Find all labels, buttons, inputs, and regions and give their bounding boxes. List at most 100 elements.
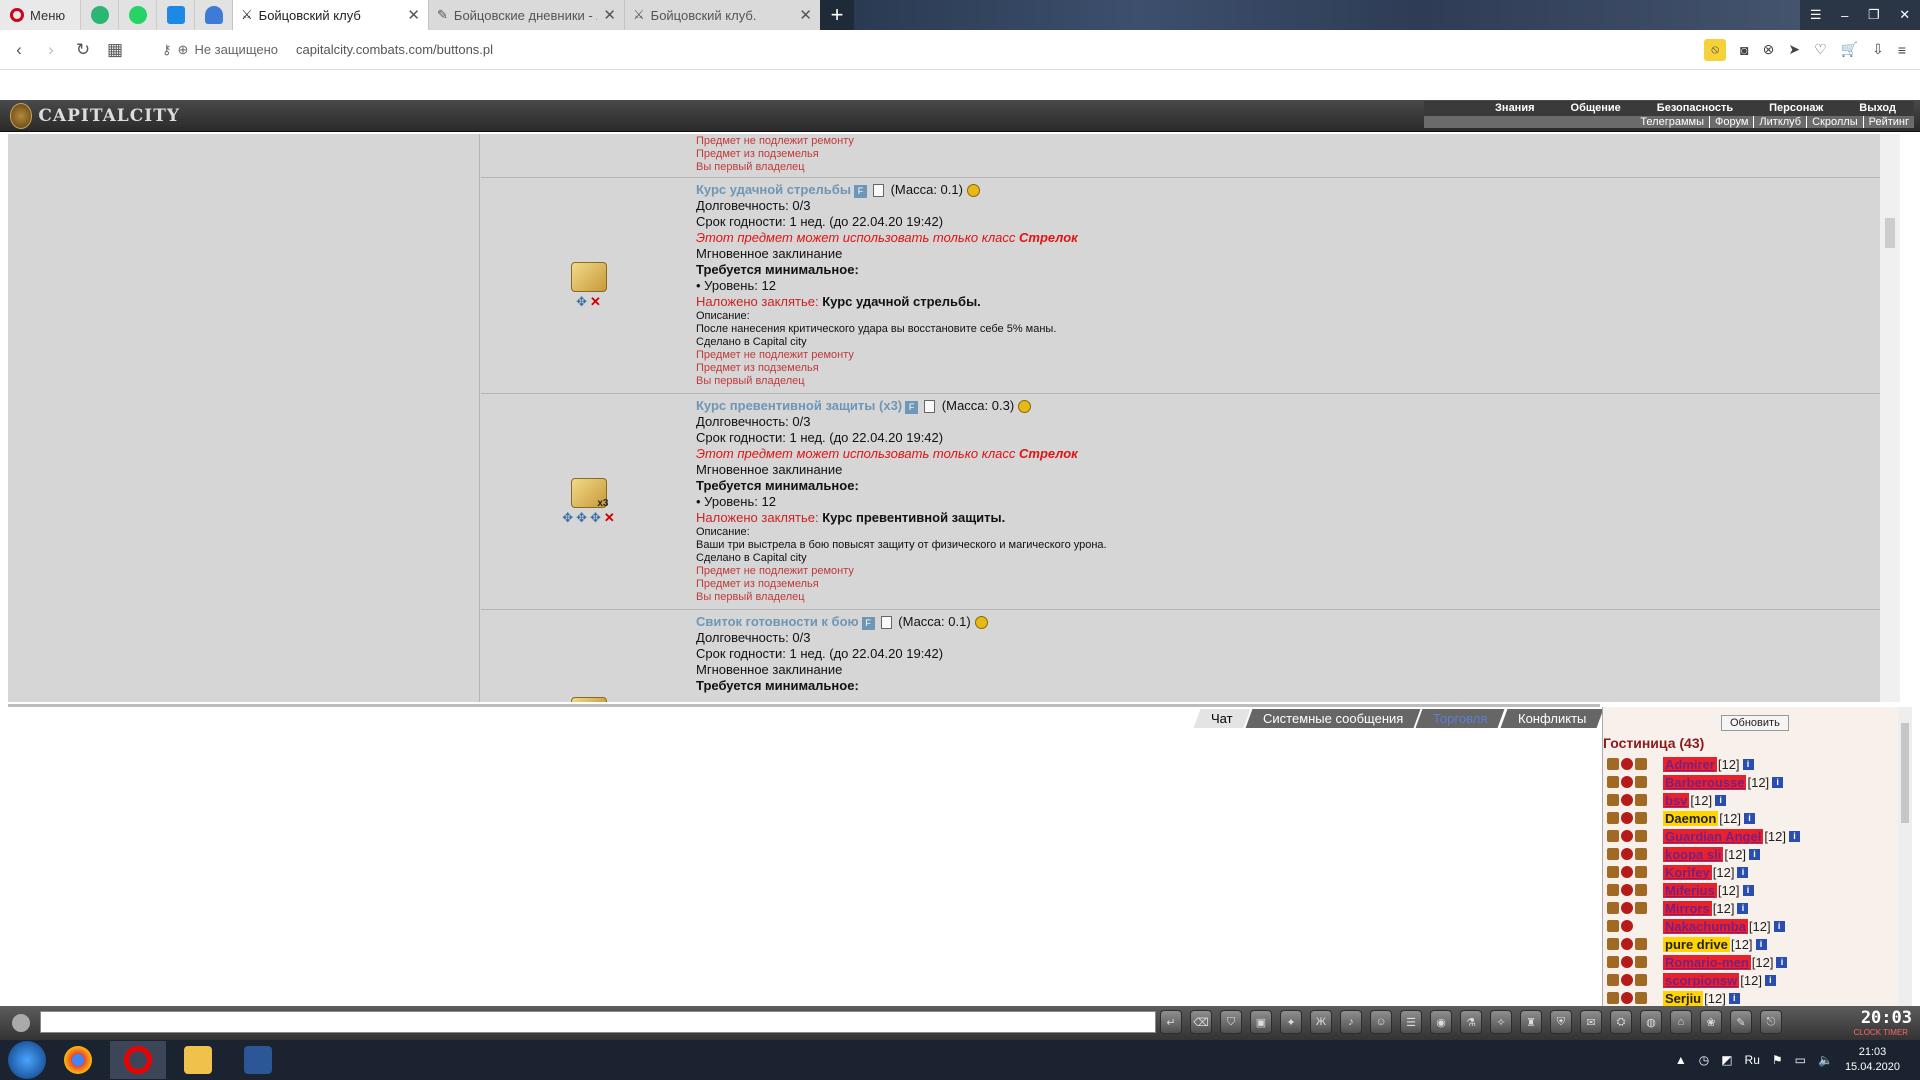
- tabs-menu-icon[interactable]: ☰: [1810, 7, 1822, 23]
- globe-icon[interactable]: ◍: [1640, 1010, 1662, 1034]
- document-icon[interactable]: [880, 616, 892, 630]
- info-icon[interactable]: i: [1742, 884, 1754, 896]
- quest-icon[interactable]: ✉: [1580, 1010, 1602, 1034]
- close-tab-icon[interactable]: ✕: [603, 6, 616, 24]
- menu-rating[interactable]: Рейтинг: [1862, 116, 1914, 128]
- download-icon[interactable]: ⇩: [1872, 41, 1884, 58]
- save-icon[interactable]: ▣: [1250, 1010, 1272, 1034]
- info-icon[interactable]: i: [1773, 920, 1785, 932]
- taskbar-explorer[interactable]: [170, 1041, 226, 1079]
- clan-icon[interactable]: [1607, 902, 1619, 914]
- user-name[interactable]: Daemon: [1663, 810, 1719, 826]
- use-item-icon[interactable]: ✥: [576, 510, 587, 526]
- system-clock[interactable]: 21:03 15.04.2020: [1845, 1045, 1900, 1075]
- clan-icon[interactable]: [1607, 956, 1619, 968]
- radio-icon[interactable]: ◉: [1430, 1010, 1452, 1034]
- taskbar-chrome[interactable]: [50, 1041, 106, 1079]
- close-tab-icon[interactable]: ✕: [407, 6, 420, 24]
- user-name[interactable]: koopa sli: [1663, 846, 1724, 862]
- send-message-icon[interactable]: ↵: [1160, 1010, 1182, 1034]
- smiley-icon[interactable]: [12, 1014, 30, 1032]
- scrollbar-thumb[interactable]: [1885, 218, 1895, 248]
- speed-dial-icon[interactable]: ▦: [102, 40, 128, 60]
- bag-icon[interactable]: ♜: [1520, 1010, 1542, 1034]
- chat-input[interactable]: [40, 1011, 1156, 1033]
- url-field[interactable]: capitalcity.combats.com/buttons.pl: [296, 42, 493, 57]
- info-icon[interactable]: i: [1764, 974, 1776, 986]
- tray-flag-icon[interactable]: ⚑: [1772, 1053, 1783, 1067]
- maximize-icon[interactable]: ❐: [1868, 7, 1880, 23]
- menu-exit[interactable]: Выход: [1841, 101, 1914, 115]
- use-item-icon[interactable]: ✥: [590, 510, 601, 526]
- menu-knowledge[interactable]: Знания: [1477, 101, 1552, 115]
- forward-icon[interactable]: ›: [38, 40, 64, 60]
- tray-arrow-icon[interactable]: ▲: [1675, 1053, 1687, 1067]
- user-name[interactable]: Mirrors: [1663, 900, 1712, 916]
- map-icon[interactable]: ⛭: [1610, 1010, 1632, 1034]
- user-name[interactable]: Nakachumba: [1663, 918, 1748, 934]
- clan-icon[interactable]: [1607, 812, 1619, 824]
- info-icon[interactable]: i: [1737, 866, 1749, 878]
- clan-icon[interactable]: [1607, 866, 1619, 878]
- info-icon[interactable]: i: [1772, 776, 1784, 788]
- tab-conflicts[interactable]: Конфликты: [1500, 709, 1604, 728]
- info-icon[interactable]: i: [1715, 794, 1727, 806]
- house-icon[interactable]: ⌂: [1670, 1010, 1692, 1034]
- refresh-button[interactable]: Обновить: [1721, 715, 1789, 731]
- tray-app-icon[interactable]: ◷: [1699, 1053, 1709, 1067]
- menu-character[interactable]: Персонаж: [1751, 101, 1841, 115]
- browser-menu-button[interactable]: Меню: [0, 0, 80, 30]
- adblock-icon[interactable]: ⦸: [1704, 38, 1727, 61]
- security-indicator[interactable]: ⚷ ⊕ Не защищено: [162, 42, 278, 58]
- inventory-scrollbar[interactable]: [1880, 134, 1900, 702]
- send-icon[interactable]: ➤: [1788, 41, 1800, 58]
- document-icon[interactable]: [924, 400, 936, 414]
- skills-icon[interactable]: ✧: [1490, 1010, 1512, 1034]
- taskbar-opera[interactable]: [110, 1041, 166, 1079]
- info-icon[interactable]: i: [1737, 902, 1749, 914]
- clan-icon[interactable]: [1607, 776, 1619, 788]
- contacts-icon[interactable]: ☰: [1400, 1010, 1422, 1034]
- scroll-item-icon[interactable]: [570, 697, 607, 702]
- exit-icon[interactable]: ⎋: [1760, 1010, 1782, 1034]
- user-name[interactable]: Korifey: [1663, 864, 1712, 880]
- pinned-tab-2[interactable]: [118, 0, 156, 30]
- tab-trade[interactable]: Торговля: [1415, 709, 1506, 728]
- user-name[interactable]: Romario-men: [1663, 954, 1751, 970]
- reload-icon[interactable]: ↻: [70, 40, 96, 60]
- sound-icon[interactable]: 🔈: [1818, 1053, 1833, 1067]
- pinned-tab-3[interactable]: [156, 0, 194, 30]
- clan-icon[interactable]: [1607, 938, 1619, 950]
- tray-app-icon[interactable]: ◩: [1721, 1053, 1732, 1067]
- pet-icon[interactable]: ❀: [1700, 1010, 1722, 1034]
- scroll-item-icon[interactable]: x3: [570, 477, 609, 509]
- smiles-icon[interactable]: ☺: [1370, 1010, 1392, 1034]
- info-icon[interactable]: i: [1749, 848, 1761, 860]
- document-icon[interactable]: [872, 184, 884, 198]
- item-name[interactable]: Курс превентивной защиты (x3): [696, 398, 902, 413]
- menu-scrolls[interactable]: Скроллы: [1806, 116, 1863, 128]
- start-button[interactable]: [8, 1041, 46, 1079]
- menu-telegrams[interactable]: Телеграммы: [1635, 116, 1709, 128]
- network-icon[interactable]: ▭: [1795, 1053, 1806, 1067]
- menu-forum[interactable]: Форум: [1709, 116, 1753, 128]
- tab-chat[interactable]: Чат: [1193, 709, 1251, 728]
- close-tab-icon[interactable]: ✕: [799, 6, 812, 24]
- tab-combats-3[interactable]: ⚔ Бойцовский клуб. ✕: [624, 0, 820, 30]
- camera-icon[interactable]: ◙: [1740, 42, 1748, 58]
- pinned-tab-1[interactable]: [80, 0, 118, 30]
- fighter-icon[interactable]: ✦: [1280, 1010, 1302, 1034]
- user-name[interactable]: Miferius: [1663, 882, 1717, 898]
- tab-combats-2[interactable]: ✎ Бойцовские дневники - Л ✕: [428, 0, 624, 30]
- info-icon[interactable]: i: [1776, 956, 1788, 968]
- info-icon[interactable]: i: [1755, 938, 1767, 950]
- back-icon[interactable]: ‹: [6, 40, 32, 60]
- use-item-icon[interactable]: ✥: [562, 510, 573, 526]
- clan-icon[interactable]: [1607, 974, 1619, 986]
- clan-icon[interactable]: [1607, 920, 1619, 932]
- tab-system-messages[interactable]: Системные сообщения: [1245, 709, 1421, 728]
- language-indicator[interactable]: Ru: [1745, 1053, 1760, 1067]
- scrollbar-thumb[interactable]: [1901, 723, 1909, 823]
- user-name[interactable]: Barberousse: [1663, 774, 1747, 790]
- vpn-icon[interactable]: ⊗: [1763, 41, 1775, 58]
